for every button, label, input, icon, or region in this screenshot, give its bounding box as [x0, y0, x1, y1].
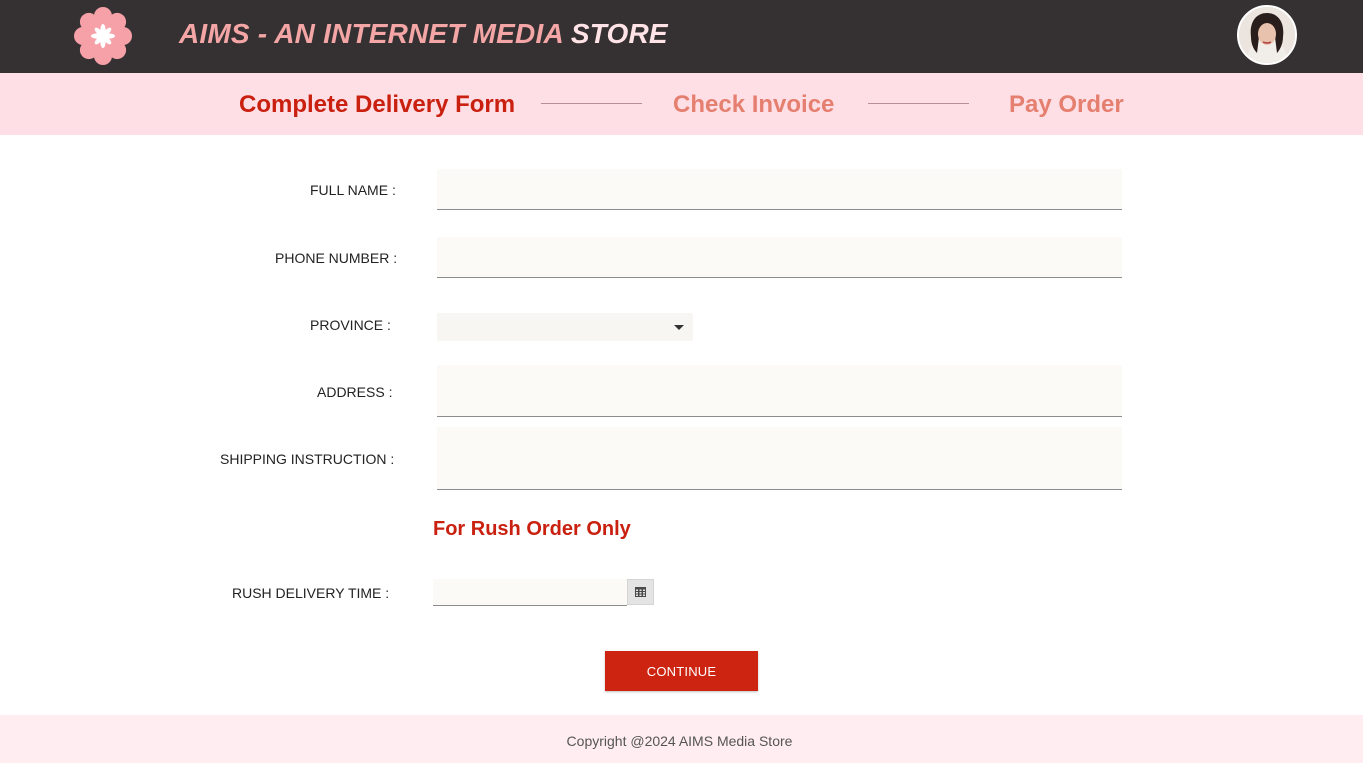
checkout-steps: Complete Delivery Form Check Invoice Pay…	[0, 73, 1363, 135]
shipping-instruction-field[interactable]	[437, 427, 1122, 490]
step-divider	[868, 103, 969, 104]
phone-number-field[interactable]	[437, 237, 1122, 278]
address-field[interactable]	[437, 365, 1122, 417]
address-label: ADDRESS :	[317, 384, 393, 400]
calendar-button[interactable]	[627, 579, 654, 605]
full-name-label: FULL NAME :	[310, 182, 396, 198]
rush-delivery-time-label: RUSH DELIVERY TIME :	[232, 585, 390, 601]
flower-icon[interactable]	[72, 5, 134, 67]
app-title: AIMS - AN INTERNET MEDIA STORE	[179, 18, 668, 50]
calendar-icon	[635, 587, 646, 597]
step-check-invoice[interactable]: Check Invoice	[673, 91, 834, 119]
step-delivery-form[interactable]: Complete Delivery Form	[239, 91, 515, 119]
continue-button[interactable]: CONTINUE	[605, 651, 758, 691]
phone-number-label: PHONE NUMBER :	[275, 250, 398, 266]
rush-delivery-time-field[interactable]	[433, 579, 627, 606]
top-header: AIMS - AN INTERNET MEDIA STORE	[0, 0, 1363, 73]
chevron-down-icon	[674, 325, 684, 330]
avatar-icon	[1239, 7, 1295, 63]
step-divider	[541, 103, 642, 104]
user-avatar[interactable]	[1237, 5, 1297, 65]
app-title-prefix: AIMS - AN INTERNET MEDIA	[179, 18, 571, 49]
shipping-instruction-label: SHIPPING INSTRUCTION :	[220, 451, 395, 467]
page-footer: Copyright @2024 AIMS Media Store	[0, 715, 1363, 763]
province-select[interactable]	[437, 313, 693, 341]
app-title-suffix: STORE	[570, 18, 668, 49]
copyright-text: Copyright @2024 AIMS Media Store	[566, 733, 793, 749]
full-name-field[interactable]	[437, 169, 1122, 210]
rush-order-heading: For Rush Order Only	[433, 518, 631, 540]
step-pay-order[interactable]: Pay Order	[1009, 91, 1124, 119]
province-label: PROVINCE :	[310, 317, 391, 333]
